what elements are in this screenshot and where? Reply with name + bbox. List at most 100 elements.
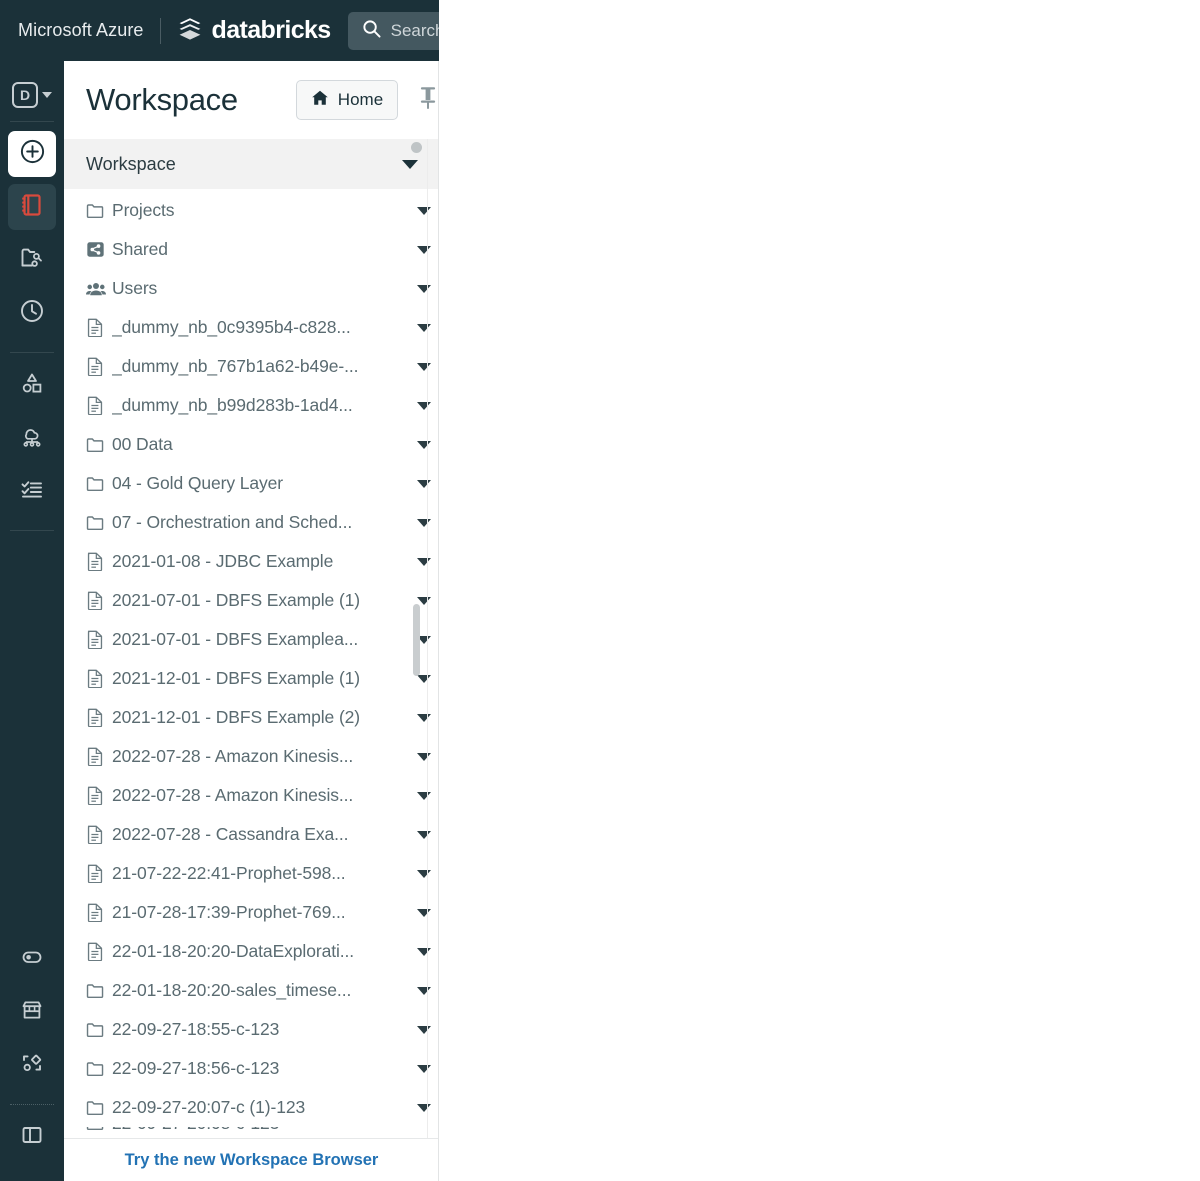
tree-row[interactable]: 22-09-27-18:56-c-123 (64, 1049, 439, 1088)
chevron-down-icon[interactable] (417, 947, 431, 956)
panel-layout-icon (19, 1122, 45, 1153)
notebook-file-icon (86, 591, 106, 610)
chevron-down-icon[interactable] (417, 1025, 431, 1034)
tree-row[interactable]: _dummy_nb_0c9395b4-c828... (64, 308, 439, 347)
panel-right-edge (438, 61, 439, 1181)
tree-row[interactable]: 2022-07-28 - Amazon Kinesis... (64, 737, 439, 776)
chevron-down-icon[interactable] (417, 596, 431, 605)
tree-row[interactable]: _dummy_nb_b99d283b-1ad4... (64, 386, 439, 425)
tree-row[interactable]: 2021-12-01 - DBFS Example (2) (64, 698, 439, 737)
chevron-down-icon[interactable] (417, 1064, 431, 1073)
home-button[interactable]: Home (295, 80, 399, 120)
chevron-down-icon[interactable] (417, 830, 431, 839)
chevron-down-icon[interactable] (417, 245, 431, 254)
tree-row[interactable]: 2021-07-01 - DBFS Example (1) (64, 581, 439, 620)
tree-scrollbar-thumb[interactable] (413, 604, 420, 676)
databricks-mark-icon (177, 15, 203, 46)
chevron-down-icon (42, 92, 52, 98)
rail-item-marketplace[interactable] (8, 989, 56, 1035)
rail-item-workspace[interactable] (8, 184, 56, 230)
tree-row[interactable]: 21-07-22-22:41-Prophet-598... (64, 854, 439, 893)
workspace-panel-footer: Try the new Workspace Browser (64, 1138, 439, 1181)
notebook-file-icon (86, 357, 106, 376)
chevron-down-icon[interactable] (417, 791, 431, 800)
tree-row[interactable]: 07 - Orchestration and Sched... (64, 503, 439, 542)
tree-row-label: 04 - Gold Query Layer (112, 473, 284, 493)
tree-row-label: 22-09-27-20:08-c-123 (112, 1127, 413, 1134)
rail-item-recents[interactable] (8, 290, 56, 336)
folder-icon (86, 435, 106, 454)
tree-row[interactable]: 21-07-28-17:39-Prophet-769... (64, 893, 439, 932)
rail-item-workflows[interactable] (8, 468, 56, 514)
rail-divider (10, 352, 54, 353)
tree-row-label: 21-07-22-22:41-Prophet-598... (112, 863, 346, 883)
chevron-down-icon[interactable] (417, 986, 431, 995)
tree-row[interactable]: 22-09-27-20:07-c (1)-123 (64, 1088, 439, 1127)
tree-row-label: 2022-07-28 - Cassandra Exa... (112, 824, 349, 844)
global-search-input[interactable]: Search (347, 11, 439, 50)
repo-folder-icon (19, 245, 45, 276)
shapes-icon (19, 370, 45, 401)
databricks-logo[interactable]: databricks (177, 15, 331, 46)
chevron-down-icon[interactable] (417, 674, 431, 683)
tree-row[interactable]: 04 - Gold Query Layer (64, 464, 439, 503)
notebook-file-icon (86, 396, 106, 415)
notebook-file-icon (86, 903, 106, 922)
chevron-down-icon[interactable] (417, 323, 431, 332)
chevron-down-icon[interactable] (417, 284, 431, 293)
chevron-down-icon[interactable] (417, 401, 431, 410)
tree-row[interactable]: 2021-01-08 - JDBC Example (64, 542, 439, 581)
tree-row[interactable]: Projects (64, 191, 439, 230)
rail-item-data[interactable] (8, 362, 56, 408)
persona-switcher[interactable]: D (12, 78, 52, 112)
try-new-workspace-browser-link[interactable]: Try the new Workspace Browser (125, 1151, 379, 1170)
tree-row[interactable]: Shared (64, 230, 439, 269)
tree-row[interactable]: Users (64, 269, 439, 308)
chevron-down-icon[interactable] (417, 557, 431, 566)
chevron-down-icon[interactable] (402, 159, 418, 169)
databricks-wordmark: databricks (211, 16, 332, 44)
chevron-down-icon[interactable] (417, 479, 431, 488)
tree-row[interactable]: 2022-07-28 - Cassandra Exa... (64, 815, 439, 854)
home-button-label: Home (337, 90, 384, 109)
tree-row[interactable]: 2021-12-01 - DBFS Example (1) (64, 659, 439, 698)
tree-row[interactable]: 00 Data (64, 425, 439, 464)
tree-row-label: 2021-01-08 - JDBC Example (112, 551, 334, 571)
rail-bottom-group (8, 936, 56, 1181)
rail-item-toggle[interactable] (8, 936, 56, 982)
tree-row[interactable]: 2022-07-28 - Amazon Kinesis... (64, 776, 439, 815)
pin-button[interactable] (414, 84, 439, 116)
notebook-file-icon (86, 318, 106, 337)
chevron-down-icon[interactable] (417, 908, 431, 917)
chevron-down-icon[interactable] (417, 206, 431, 215)
tree-root-row[interactable]: Workspace (64, 139, 439, 189)
rail-item-collapse-sidebar[interactable] (8, 1114, 56, 1160)
chevron-down-icon[interactable] (417, 752, 431, 761)
tree-row[interactable]: 22-09-27-18:55-c-123 (64, 1010, 439, 1049)
partner-nodes-icon (19, 1050, 45, 1081)
chevron-down-icon[interactable] (417, 869, 431, 878)
tree-row[interactable]: 22-01-18-20:20-sales_timese... (64, 971, 439, 1010)
notebook-file-icon (86, 747, 106, 766)
home-icon (311, 89, 329, 112)
tree-scrollbar-track[interactable] (411, 139, 428, 1139)
chevron-down-icon[interactable] (417, 362, 431, 371)
chevron-down-icon[interactable] (417, 518, 431, 527)
rail-item-compute[interactable] (8, 415, 56, 461)
notebook-file-icon (86, 630, 106, 649)
tree-row-label: Users (112, 278, 158, 298)
chevron-down-icon[interactable] (417, 1103, 431, 1112)
rail-item-partner-connect[interactable] (8, 1042, 56, 1088)
rail-item-new[interactable] (8, 131, 56, 177)
tree-row[interactable]: 2021-07-01 - DBFS Examplea... (64, 620, 439, 659)
tree-row[interactable]: 22-01-18-20:20-DataExplorati... (64, 932, 439, 971)
folder-icon (86, 201, 106, 220)
folder-icon (86, 1020, 106, 1039)
rail-item-repos[interactable] (8, 237, 56, 283)
tree-row[interactable]: _dummy_nb_767b1a62-b49e-... (64, 347, 439, 386)
chevron-down-icon[interactable] (417, 713, 431, 722)
tree-root-label: Workspace (86, 153, 176, 174)
chevron-down-icon[interactable] (417, 440, 431, 449)
notebook-icon (19, 192, 45, 223)
workspace-panel: Workspace Home Workspace Projects Shared… (64, 61, 439, 1181)
